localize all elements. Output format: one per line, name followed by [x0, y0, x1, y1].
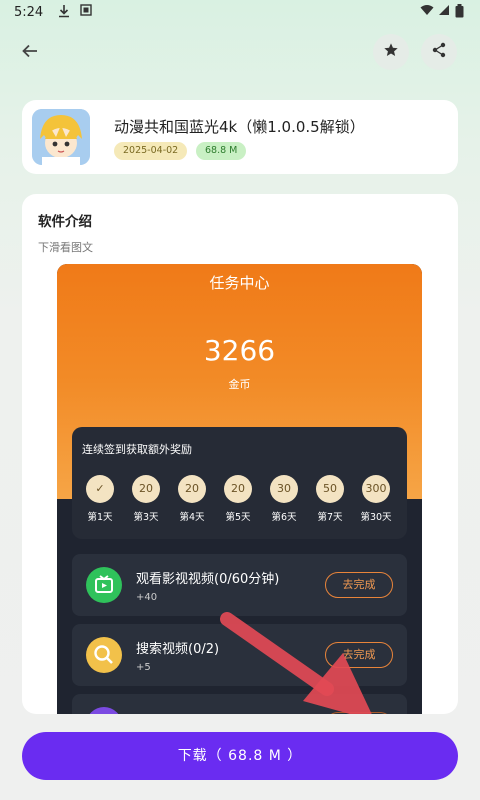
anime-character-icon: [32, 109, 90, 165]
checkin-day-label: 第4天: [179, 512, 205, 523]
task-reward: +5: [136, 662, 151, 673]
date-badge: 2025-04-02: [114, 142, 188, 160]
checkin-day: 300 第30天: [358, 475, 394, 523]
task-icon: [86, 707, 122, 714]
task-title: 观看影视视频(0/60分钟): [136, 572, 280, 587]
checkin-reward: 300: [362, 475, 390, 503]
checkin-day-label: 第30天: [360, 512, 392, 523]
software-intro-card: 软件介绍 下滑看图文 任务中心 3266 金币 连续签到获取额外奖励 ✓ 第1天…: [22, 194, 458, 714]
checkin-reward: ✓: [86, 475, 114, 503]
checkin-day: 50 第7天: [312, 475, 348, 523]
wifi-icon: [420, 4, 434, 19]
red-arrow-annotation: [220, 612, 372, 714]
checkin-reward: 20: [224, 475, 252, 503]
search-icon: [86, 637, 122, 673]
task-reward: +40: [136, 592, 158, 603]
back-button[interactable]: [12, 34, 48, 70]
image-icon: [80, 4, 92, 19]
status-time: 5:24: [14, 5, 44, 20]
complete-button[interactable]: 去完成: [325, 572, 393, 598]
coin-label: 金币: [228, 378, 251, 391]
download-button[interactable]: 下载（ 68.8 M ）: [22, 732, 458, 780]
checkin-reward: 20: [178, 475, 206, 503]
size-badge: 68.8 M: [196, 142, 247, 160]
app-screenshot[interactable]: 任务中心 3266 金币 连续签到获取额外奖励 ✓ 第1天 20 第3天 20 …: [57, 264, 422, 714]
top-bar: [0, 34, 480, 74]
share-icon: [431, 42, 447, 62]
app-title: 动漫共和国蓝光4k（懒1.0.0.5解锁）: [114, 118, 365, 136]
arrow-left-icon: [22, 43, 38, 62]
checkin-day-label: 第1天: [87, 512, 113, 523]
checkin-reward: 50: [316, 475, 344, 503]
intro-hint: 下滑看图文: [38, 241, 93, 254]
battery-icon: [455, 4, 464, 21]
checkin-day-label: 第3天: [133, 512, 159, 523]
checkin-day-label: 第7天: [317, 512, 343, 523]
task-center-title: 任务中心: [209, 274, 270, 292]
checkin-day: 20 第3天: [128, 475, 164, 523]
checkin-day: 20 第5天: [220, 475, 256, 523]
checkin-day: 30 第6天: [266, 475, 302, 523]
favorite-button[interactable]: [373, 34, 409, 70]
signal-icon: [438, 4, 450, 19]
checkin-title: 连续签到获取额外奖励: [82, 443, 192, 456]
checkin-reward: 20: [132, 475, 160, 503]
checkin-panel: 连续签到获取额外奖励 ✓ 第1天 20 第3天 20 第4天 20 第5天 30…: [72, 427, 407, 539]
task-row: 观看影视视频(0/60分钟) +40 去完成: [72, 554, 407, 616]
download-icon: [58, 4, 70, 21]
checkin-day-label: 第6天: [271, 512, 297, 523]
checkin-reward: 30: [270, 475, 298, 503]
checkin-day-label: 第5天: [225, 512, 251, 523]
checkin-day: 20 第4天: [174, 475, 210, 523]
status-bar: 5:24: [0, 0, 480, 26]
checkin-day: ✓ 第1天: [82, 475, 118, 523]
share-button[interactable]: [421, 34, 457, 70]
intro-title: 软件介绍: [38, 214, 92, 230]
star-icon: [383, 42, 399, 62]
coin-count: 3266: [203, 334, 276, 367]
app-info-card: 动漫共和国蓝光4k（懒1.0.0.5解锁） 2025-04-02 68.8 M: [22, 100, 458, 174]
tv-icon: [86, 567, 122, 603]
